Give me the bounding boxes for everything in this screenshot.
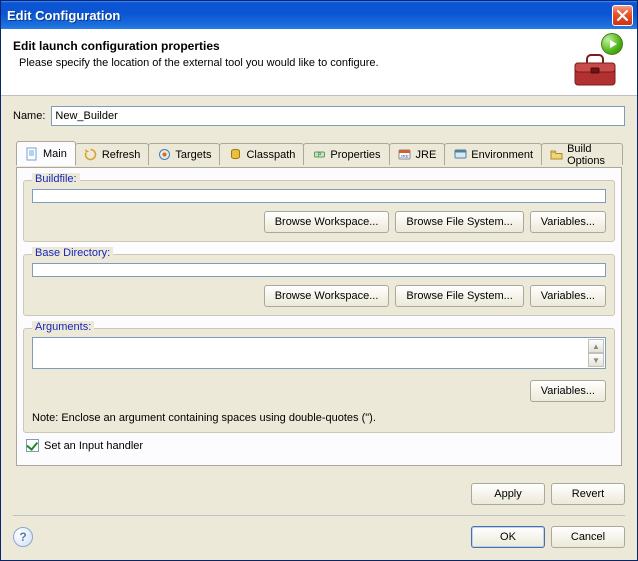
buildfile-input[interactable] <box>32 189 606 203</box>
doc-icon <box>25 147 39 161</box>
buildfile-variables-button[interactable]: Variables... <box>530 211 606 233</box>
revert-button[interactable]: Revert <box>551 483 625 505</box>
run-icon <box>601 33 623 55</box>
banner-heading: Edit launch configuration properties <box>13 39 573 53</box>
arguments-variables-button[interactable]: Variables... <box>530 380 606 402</box>
tag-icon: P <box>312 148 326 162</box>
jre-icon: JRE <box>398 148 412 162</box>
svg-text:JRE: JRE <box>400 154 409 159</box>
scroll-down-icon[interactable]: ▼ <box>588 353 604 367</box>
close-icon <box>617 10 628 21</box>
textarea-scrollbar[interactable]: ▲ ▼ <box>588 339 604 367</box>
tab-refresh[interactable]: Refresh <box>75 143 150 165</box>
banner-description: Please specify the location of the exter… <box>19 57 573 69</box>
tab-environment[interactable]: Environment <box>444 143 542 165</box>
tab-classpath[interactable]: Classpath <box>219 143 304 165</box>
basedir-browse-filesystem-button[interactable]: Browse File System... <box>395 285 523 307</box>
tab-classpath-label: Classpath <box>246 149 295 161</box>
buildfile-group: Buildfile: Browse Workspace... Browse Fi… <box>23 180 615 242</box>
folder-icon <box>550 148 563 162</box>
dialog-window: Edit Configuration Edit launch configura… <box>0 0 638 561</box>
content-area: Name: Main Refresh Targets <box>1 96 637 475</box>
name-input[interactable] <box>51 106 625 126</box>
basedir-variables-button[interactable]: Variables... <box>530 285 606 307</box>
tab-build-options-label: Build Options <box>567 143 614 167</box>
tab-main-label: Main <box>43 148 67 160</box>
tab-environment-label: Environment <box>471 149 533 161</box>
tab-refresh-label: Refresh <box>102 149 141 161</box>
input-handler-row: Set an Input handler <box>26 439 615 452</box>
buildfile-browse-workspace-button[interactable]: Browse Workspace... <box>264 211 390 233</box>
basedir-browse-workspace-button[interactable]: Browse Workspace... <box>264 285 390 307</box>
basedir-group: Base Directory: Browse Workspace... Brow… <box>23 254 615 316</box>
toolbox-icon <box>573 51 617 87</box>
help-button[interactable]: ? <box>13 527 33 547</box>
ok-button[interactable]: OK <box>471 526 545 548</box>
input-handler-checkbox[interactable] <box>26 439 39 452</box>
tab-jre-label: JRE <box>416 149 437 161</box>
apply-revert-row: Apply Revert <box>1 475 637 509</box>
tab-main[interactable]: Main <box>16 141 76 166</box>
window-title: Edit Configuration <box>7 8 612 23</box>
scroll-up-icon[interactable]: ▲ <box>588 339 604 353</box>
tab-page-main: Buildfile: Browse Workspace... Browse Fi… <box>16 167 622 466</box>
apply-button[interactable]: Apply <box>471 483 545 505</box>
banner-icon <box>573 39 621 87</box>
target-icon <box>157 148 171 162</box>
arguments-group: Arguments: ▲ ▼ Variables... Note: <box>23 328 615 433</box>
arguments-note: Note: Enclose an argument containing spa… <box>32 412 606 424</box>
basedir-title: Base Directory: <box>32 247 113 259</box>
jar-icon <box>228 148 242 162</box>
name-row: Name: <box>13 106 625 126</box>
footer: ? OK Cancel <box>1 516 637 560</box>
tabstrip: Main Refresh Targets Classpath <box>16 141 622 164</box>
tab-targets[interactable]: Targets <box>148 143 220 165</box>
help-icon: ? <box>19 530 26 544</box>
refresh-icon <box>84 148 98 162</box>
arguments-input[interactable] <box>32 337 606 369</box>
name-label: Name: <box>13 110 45 122</box>
titlebar: Edit Configuration <box>1 1 637 29</box>
input-handler-label: Set an Input handler <box>44 440 143 452</box>
buildfile-browse-filesystem-button[interactable]: Browse File System... <box>395 211 523 233</box>
banner: Edit launch configuration properties Ple… <box>1 29 637 96</box>
tab-container: Buildfile: Browse Workspace... Browse Fi… <box>13 168 625 469</box>
cancel-button[interactable]: Cancel <box>551 526 625 548</box>
tab-build-options[interactable]: Build Options <box>541 143 623 165</box>
basedir-input[interactable] <box>32 263 606 277</box>
buildfile-title: Buildfile: <box>32 173 80 185</box>
tab-jre[interactable]: JRE JRE <box>389 143 446 165</box>
tab-targets-label: Targets <box>175 149 211 161</box>
arguments-title: Arguments: <box>32 321 94 333</box>
close-button[interactable] <box>612 5 633 26</box>
banner-text: Edit launch configuration properties Ple… <box>13 39 573 69</box>
tab-properties-label: Properties <box>330 149 380 161</box>
env-icon <box>453 148 467 162</box>
tab-properties[interactable]: P Properties <box>303 143 389 165</box>
